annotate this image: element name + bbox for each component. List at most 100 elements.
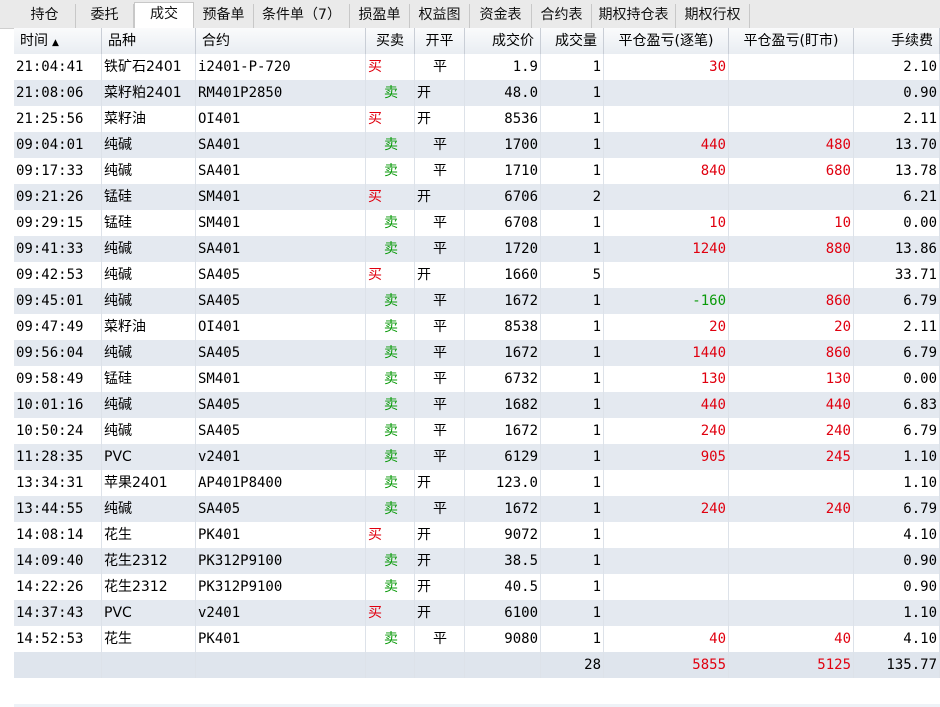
tab-0[interactable]: 持仓 <box>14 4 76 28</box>
header-col-qty[interactable]: 成交量 <box>541 28 604 54</box>
table-row[interactable]: 10:01:16 纯碱 SA405 卖平 1682 1 440 440 6.83 <box>14 392 940 418</box>
table-row[interactable]: 09:17:33 纯碱 SA401 卖平 1710 1 840 680 13.78 <box>14 158 940 184</box>
col-pnl-trade-cell: 440 <box>604 132 729 158</box>
header-col-contract[interactable]: 合约 <box>196 28 366 54</box>
col-pnl-mtm-cell: 860 <box>729 340 854 366</box>
table-row[interactable]: 09:29:15 锰硅 SM401 卖平 6708 1 10 10 0.00 <box>14 210 940 236</box>
col-fee-cell: 6.79 <box>854 288 940 314</box>
header-col-open-close[interactable]: 开平 <box>415 28 465 54</box>
col-contract-cell: SA405 <box>196 392 366 418</box>
tab-3[interactable]: 预备单 <box>194 4 254 28</box>
table-row[interactable]: 21:25:56 菜籽油 OI401 买开 8536 1 2.11 <box>14 106 940 132</box>
col-pnl-mtm-cell <box>729 80 854 106</box>
col-pnl-trade-cell <box>604 548 729 574</box>
header-col-side[interactable]: 买卖 <box>366 28 415 54</box>
tab-4[interactable]: 条件单（7） <box>254 4 350 28</box>
col-qty-cell: 1 <box>541 314 604 340</box>
table-row[interactable]: 09:45:01 纯碱 SA405 卖平 1672 1 -160 860 6.79 <box>14 288 940 314</box>
header-col-pnl-mtm[interactable]: 平仓盈亏(盯市) <box>729 28 854 54</box>
table-row[interactable]: 09:21:26 锰硅 SM401 买开 6706 2 6.21 <box>14 184 940 210</box>
col-price-cell: 1710 <box>465 158 541 184</box>
col-pnl-mtm-cell <box>729 54 854 80</box>
tab-8[interactable]: 合约表 <box>532 4 592 28</box>
table-row[interactable]: 13:34:31 苹果2401 AP401P8400 卖开 123.0 1 1.10 <box>14 470 940 496</box>
header-col-fee[interactable]: 手续费 <box>854 28 940 54</box>
col-price-cell <box>465 652 541 678</box>
col-contract-cell: SA401 <box>196 132 366 158</box>
col-open-close-cell: 平 <box>415 132 465 158</box>
table-row[interactable]: 13:44:55 纯碱 SA405 卖平 1672 1 240 240 6.79 <box>14 496 940 522</box>
col-pnl-mtm-cell: 480 <box>729 132 854 158</box>
col-pnl-mtm-cell: 440 <box>729 392 854 418</box>
col-pnl-trade-cell: 440 <box>604 392 729 418</box>
col-side-cell: 卖 <box>366 366 415 392</box>
tab-5[interactable]: 损盈单 <box>350 4 410 28</box>
col-time-cell: 14:52:53 <box>14 626 102 652</box>
table-row[interactable]: 09:04:01 纯碱 SA401 卖平 1700 1 440 480 13.70 <box>14 132 940 158</box>
col-pnl-mtm-cell <box>729 548 854 574</box>
col-contract-cell: SM401 <box>196 210 366 236</box>
col-pnl-mtm-cell <box>729 600 854 626</box>
table-row[interactable]: 14:22:26 花生2312 PK312P9100 卖开 40.5 1 0.90 <box>14 574 940 600</box>
empty-row <box>14 678 940 704</box>
col-side-cell <box>366 652 415 678</box>
table-row[interactable]: 10:50:24 纯碱 SA405 卖平 1672 1 240 240 6.79 <box>14 418 940 444</box>
col-time-cell: 09:29:15 <box>14 210 102 236</box>
col-price-cell: 6100 <box>465 600 541 626</box>
col-price-cell: 1672 <box>465 418 541 444</box>
col-qty-cell: 1 <box>541 470 604 496</box>
col-pnl-trade-cell <box>604 184 729 210</box>
col-side-cell: 卖 <box>366 444 415 470</box>
col-qty-cell: 1 <box>541 158 604 184</box>
col-price-cell: 1700 <box>465 132 541 158</box>
table-header: 时间 ▲ 品种 合约 买卖 开平 成交价 成交量 平仓盈亏(逐笔) 平仓盈亏(盯市) 手续费 <box>14 28 940 55</box>
col-side-cell: 买 <box>366 262 415 288</box>
col-pnl-trade-cell: 130 <box>604 366 729 392</box>
col-price-cell: 6708 <box>465 210 541 236</box>
table-row[interactable]: 09:58:49 锰硅 SM401 卖平 6732 1 130 130 0.00 <box>14 366 940 392</box>
col-price-cell: 6129 <box>465 444 541 470</box>
table-row[interactable]: 11:28:35 PVC v2401 卖平 6129 1 905 245 1.10 <box>14 444 940 470</box>
col-fee-cell: 6.79 <box>854 418 940 444</box>
header-label: 开平 <box>425 33 454 49</box>
header-col-product[interactable]: 品种 <box>102 28 196 54</box>
col-side-cell: 卖 <box>366 236 415 262</box>
header-col-pnl-trade[interactable]: 平仓盈亏(逐笔) <box>604 28 729 54</box>
col-side-cell: 卖 <box>366 548 415 574</box>
col-open-close-cell: 平 <box>415 288 465 314</box>
tab-10[interactable]: 期权行权 <box>676 4 750 28</box>
col-time-cell: 09:58:49 <box>14 366 102 392</box>
tab-1[interactable]: 委托 <box>76 4 134 28</box>
table-row[interactable]: 09:47:49 菜籽油 OI401 卖平 8538 1 20 20 2.11 <box>14 314 940 340</box>
col-open-close-cell: 平 <box>415 210 465 236</box>
col-pnl-mtm-cell: 680 <box>729 158 854 184</box>
table-row[interactable]: 21:04:41 铁矿石2401 i2401-P-720 买平 1.9 1 30 2.10 <box>14 54 940 80</box>
col-pnl-trade-cell: 240 <box>604 496 729 522</box>
tab-7[interactable]: 资金表 <box>470 4 532 28</box>
col-fee-cell: 13.70 <box>854 132 940 158</box>
col-side-cell: 卖 <box>366 314 415 340</box>
header-col-price[interactable]: 成交价 <box>465 28 541 54</box>
header-col-time[interactable]: 时间 ▲ <box>14 28 102 54</box>
tab-2[interactable]: 成交 <box>134 2 194 29</box>
header-label: 品种 <box>108 33 136 49</box>
sort-asc-icon: ▲ <box>52 38 59 48</box>
table-row[interactable]: 14:09:40 花生2312 PK312P9100 卖开 38.5 1 0.90 <box>14 548 940 574</box>
table-row[interactable]: 09:56:04 纯碱 SA405 卖平 1672 1 1440 860 6.79 <box>14 340 940 366</box>
col-product-cell: 花生2312 <box>102 548 196 574</box>
col-qty-cell: 28 <box>541 652 604 678</box>
table-row[interactable]: 09:42:53 纯碱 SA405 买开 1660 5 33.71 <box>14 262 940 288</box>
table-row[interactable]: 14:37:43 PVC v2401 买开 6100 1 1.10 <box>14 600 940 626</box>
col-pnl-trade-cell <box>604 574 729 600</box>
table-row[interactable]: 14:08:14 花生 PK401 买开 9072 1 4.10 <box>14 522 940 548</box>
col-fee-cell: 135.77 <box>854 652 940 678</box>
tab-9[interactable]: 期权持仓表 <box>592 4 676 28</box>
tab-6[interactable]: 权益图 <box>410 4 470 28</box>
col-product-cell: 锰硅 <box>102 184 196 210</box>
col-qty-cell: 1 <box>541 132 604 158</box>
col-fee-cell: 4.10 <box>854 626 940 652</box>
table-row[interactable]: 21:08:06 菜籽粕2401 RM401P2850 卖开 48.0 1 0.90 <box>14 80 940 106</box>
table-row[interactable]: 14:52:53 花生 PK401 卖平 9080 1 40 40 4.10 <box>14 626 940 652</box>
table-row[interactable]: 09:41:33 纯碱 SA401 卖平 1720 1 1240 880 13.86 <box>14 236 940 262</box>
col-product-cell: PVC <box>102 600 196 626</box>
